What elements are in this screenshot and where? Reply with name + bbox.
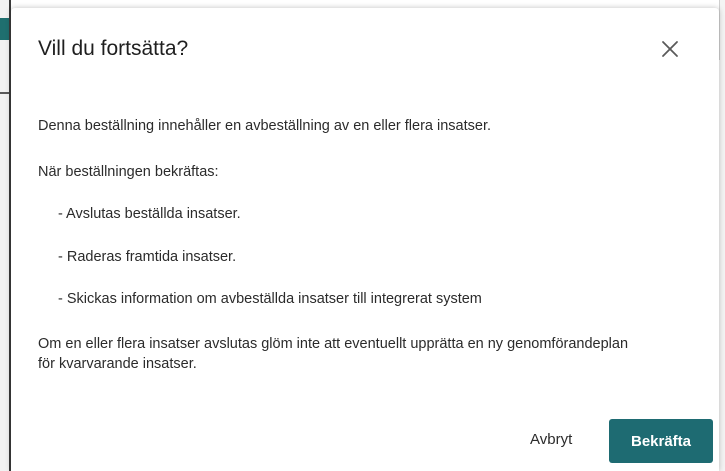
dialog-title: Vill du fortsätta? xyxy=(38,37,189,60)
close-button[interactable] xyxy=(655,34,685,64)
dialog-intro: Denna beställning innehåller en avbestäl… xyxy=(38,118,492,134)
dialog-confirm-heading: När beställningen bekräftas: xyxy=(38,164,219,180)
background-panel-right xyxy=(719,0,725,471)
confirmation-dialog: Vill du fortsätta? Denna beställning inn… xyxy=(11,8,719,471)
background-border-right xyxy=(719,0,720,60)
close-icon xyxy=(662,41,678,57)
list-item: - Skickas information om avbeställda ins… xyxy=(58,291,482,307)
background-accent xyxy=(0,18,9,40)
background-divider xyxy=(0,92,9,94)
list-item: - Raderas framtida insatser. xyxy=(58,249,237,265)
list-item: - Avslutas beställda insatser. xyxy=(58,206,241,222)
confirm-button[interactable]: Bekräfta xyxy=(609,419,713,463)
cancel-button[interactable]: Avbryt xyxy=(516,418,586,462)
dialog-note: Om en eller flera insatser avslutas glöm… xyxy=(38,336,629,372)
